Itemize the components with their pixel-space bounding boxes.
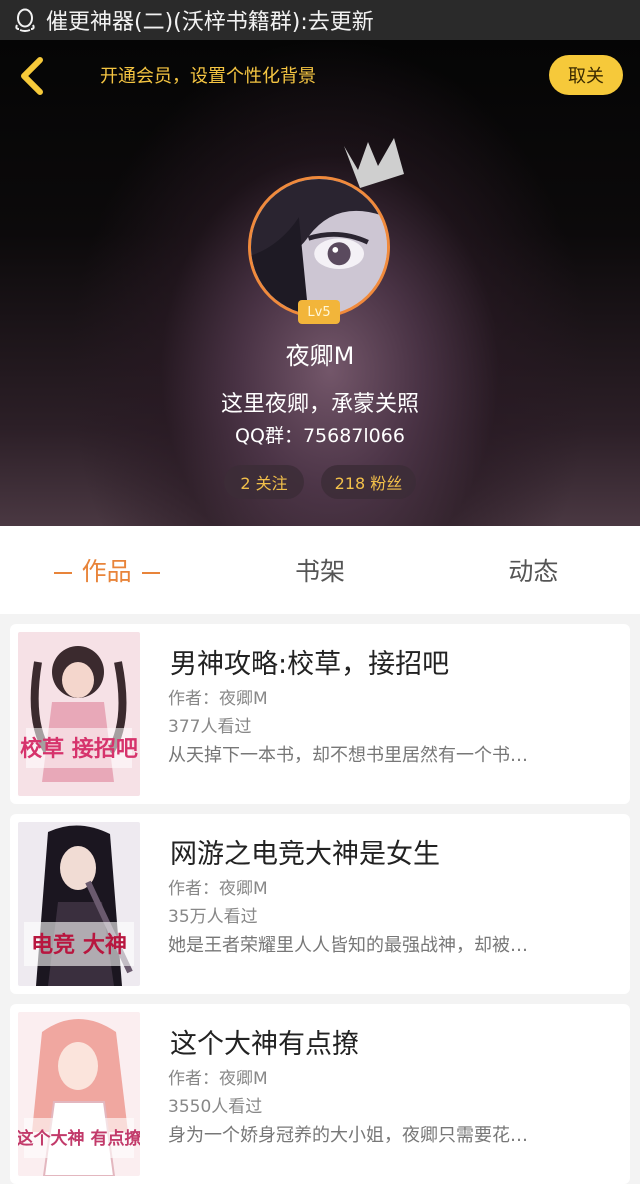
profile-header: 开通会员，设置个性化背景 取关 Lv5 夜卿M 这里夜卿，承蒙关照 QQ群：75… (0, 40, 640, 526)
cover-title-text: 这个大神 有点撩 (18, 1128, 140, 1149)
avatar[interactable] (248, 176, 390, 318)
unfollow-button[interactable]: 取关 (549, 55, 623, 95)
book-views: 35万人看过 (168, 907, 258, 927)
book-views: 3550人看过 (168, 1097, 263, 1117)
tab-activity[interactable]: 动态 (427, 552, 640, 588)
book-views: 377人看过 (168, 717, 252, 737)
book-card[interactable]: 这个大神 有点撩 这个大神有点撩 作者：夜卿M 3550人看过 身为一个娇身冠养… (10, 1004, 630, 1184)
tab-activity-label: 动态 (508, 557, 559, 586)
book-author: 作者：夜卿M (168, 689, 268, 709)
user-bio: 这里夜卿，承蒙关照 (220, 392, 419, 417)
status-bar: 催更神器(二)(沃梓书籍群):去更新 (0, 0, 640, 40)
tab-active-indicator-right (141, 572, 160, 574)
level-badge: Lv5 (298, 300, 340, 324)
tab-works-label: 作品 (81, 557, 132, 586)
vip-background-link[interactable]: 开通会员，设置个性化背景 (100, 62, 316, 88)
book-title: 这个大神有点撩 (170, 1029, 359, 1060)
book-card[interactable]: 电竞 大神 网游之电竞大神是女生 作者：夜卿M 35万人看过 她是王者荣耀里人人… (10, 814, 630, 994)
username: 夜卿M (285, 342, 355, 370)
book-cover: 校草 接招吧 (18, 632, 140, 796)
book-card[interactable]: 校草 接招吧 男神攻略:校草，接招吧 作者：夜卿M 377人看过 从天掉下一本书… (10, 624, 630, 804)
profile-tabs: 作品 书架 动态 (0, 526, 640, 614)
status-notification-text: 催更神器(二)(沃梓书籍群):去更新 (46, 10, 374, 35)
cover-title-text: 电竞 大神 (31, 932, 127, 958)
tab-active-indicator-left (53, 572, 72, 574)
tab-bookshelf-label: 书架 (294, 557, 345, 586)
qq-penguin-icon (15, 8, 35, 32)
cover-title-text: 校草 接招吧 (20, 736, 138, 762)
book-description: 身为一个娇身冠养的大小姐，夜卿只需要花… (168, 1125, 528, 1146)
book-cover: 这个大神 有点撩 (18, 1012, 140, 1176)
fans-count-button[interactable]: 218 粉丝 (321, 465, 416, 499)
tab-bookshelf[interactable]: 书架 (213, 552, 426, 588)
book-author: 作者：夜卿M (168, 879, 268, 899)
book-cover: 电竞 大神 (18, 822, 140, 986)
book-author: 作者：夜卿M (168, 1069, 268, 1089)
chevron-left-icon (21, 57, 43, 95)
tab-works[interactable]: 作品 (0, 552, 213, 588)
book-description: 她是王者荣耀里人人皆知的最强战神，却被… (168, 935, 528, 956)
book-title: 男神攻略:校草，接招吧 (170, 649, 450, 680)
back-button[interactable] (16, 56, 50, 96)
avatar-image (251, 179, 387, 315)
following-count-button[interactable]: 2 关注 (224, 465, 304, 499)
qq-group-text: QQ群：75687l066 (235, 425, 405, 447)
book-title: 网游之电竞大神是女生 (170, 839, 440, 870)
book-description: 从天掉下一本书，却不想书里居然有一个书… (168, 745, 528, 766)
